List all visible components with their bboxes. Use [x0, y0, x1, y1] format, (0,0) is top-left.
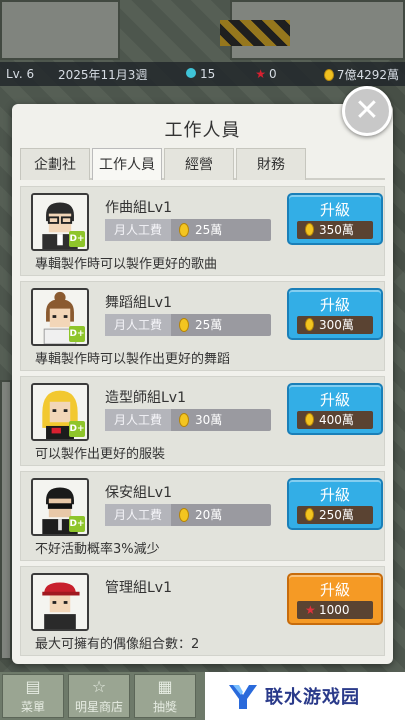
rank-badge: D+ [69, 421, 85, 437]
staff-name: 造型師組Lv1 [105, 390, 186, 406]
watermark-text: 联水游戏园 [265, 687, 360, 708]
staff-name: 舞蹈組Lv1 [105, 295, 172, 311]
coin-icon [179, 223, 189, 237]
upgrade-cost: 400萬 [297, 411, 373, 429]
salary-label: 月人工費 [105, 219, 171, 241]
star-icon: ★ [305, 603, 316, 617]
upgrade-cost: 250萬 [297, 506, 373, 524]
upgrade-label: 升級 [319, 201, 350, 219]
star-shop-icon: ☆ [91, 677, 107, 696]
coin-icon [305, 413, 314, 426]
staff-card-stylist: D+ 造型師組Lv1 月人工費 30萬 升級 400萬 可以製作出更好的服裝 [20, 376, 385, 466]
staff-description: 專輯製作時可以製作更好的歌曲 [35, 257, 218, 272]
staff-description: 可以製作出更好的服裝 [35, 447, 166, 462]
tab-management[interactable]: 經營 [164, 148, 234, 180]
composer-avatar: D+ [31, 193, 89, 251]
tab-planning[interactable]: 企劃社 [20, 148, 90, 180]
rank-badge: D+ [69, 231, 85, 247]
gem-counter: 15 [186, 67, 215, 81]
coin-icon [179, 413, 189, 427]
upgrade-label: 升級 [319, 581, 350, 599]
tab-staff[interactable]: 工作人員 [92, 148, 162, 180]
staff-description: 最大可擁有的偶像組合數：2 [35, 637, 200, 652]
star-icon: ★ [255, 67, 267, 81]
staff-name: 作曲組Lv1 [105, 200, 172, 216]
upgrade-label: 升級 [319, 391, 350, 409]
salary-value: 25萬 [195, 223, 223, 237]
upgrade-label: 升級 [319, 296, 350, 314]
coin-icon [305, 318, 314, 331]
site-watermark: 联水游戏园 [205, 672, 405, 720]
game-date: 2025年11月3週 [58, 67, 148, 82]
security-avatar: D+ [31, 478, 89, 536]
staff-card-management: 管理組Lv1 升級 ★ 1000 最大可擁有的偶像組合數：2 [20, 566, 385, 656]
coin-icon [305, 223, 314, 236]
salary-value: 30萬 [195, 413, 223, 427]
tab-finance[interactable]: 財務 [236, 148, 306, 180]
player-level: Lv. 6 [6, 67, 35, 81]
watermark-logo-icon [229, 685, 257, 709]
gem-icon [186, 68, 196, 78]
management-avatar [31, 573, 89, 631]
salary-bar: 月人工費 25萬 [105, 219, 271, 241]
upgrade-button[interactable]: 升級 ★ 1000 [287, 573, 383, 625]
tab-bar: 企劃社 工作人員 經營 財務 [20, 148, 385, 180]
menu-icon: ▤ [25, 677, 41, 696]
coin-icon [305, 508, 314, 521]
salary-value: 25萬 [195, 318, 223, 332]
staff-description: 專輯製作時可以製作出更好的舞蹈 [35, 352, 231, 367]
nav-menu[interactable]: ▤ 菜單 [2, 674, 64, 718]
coin-icon [323, 69, 334, 81]
money-counter: 7億4292萬 [323, 66, 399, 83]
salary-label: 月人工費 [105, 409, 171, 431]
rank-badge: D+ [69, 326, 85, 342]
upgrade-button[interactable]: 升級 300萬 [287, 288, 383, 340]
salary-bar: 月人工費 20萬 [105, 504, 271, 526]
salary-value: 20萬 [195, 508, 223, 522]
upgrade-cost: 300萬 [297, 316, 373, 334]
rank-badge: D+ [69, 516, 85, 532]
salary-bar: 月人工費 25萬 [105, 314, 271, 336]
salary-label: 月人工費 [105, 504, 171, 526]
salary-bar: 月人工費 30萬 [105, 409, 271, 431]
upgrade-button[interactable]: 升級 400萬 [287, 383, 383, 435]
upgrade-button[interactable]: 升級 350萬 [287, 193, 383, 245]
status-bar: Lv. 6 2025年11月3週 15 ★ 0 7億4292萬 [0, 62, 405, 86]
staff-name: 保安組Lv1 [105, 485, 172, 501]
staff-modal: 工作人員 企劃社 工作人員 經營 財務 D+ 作曲組Lv1 月人工費 25萬 升… [12, 104, 393, 664]
staff-name: 管理組Lv1 [105, 580, 172, 596]
upgrade-button[interactable]: 升級 250萬 [287, 478, 383, 530]
staff-card-security: D+ 保安組Lv1 月人工費 20萬 升級 250萬 不好活動概率3%減少 [20, 471, 385, 561]
upgrade-cost: 350萬 [297, 221, 373, 239]
upgrade-label: 升級 [319, 486, 350, 504]
staff-card-composer: D+ 作曲組Lv1 月人工費 25萬 升級 350萬 專輯製作時可以製作更好的歌… [20, 186, 385, 276]
coin-icon [179, 508, 189, 522]
staff-list: D+ 作曲組Lv1 月人工費 25萬 升級 350萬 專輯製作時可以製作更好的歌… [20, 186, 385, 661]
close-icon: ✕ [354, 93, 380, 128]
staff-card-dance: D+ 舞蹈組Lv1 月人工費 25萬 升級 300萬 專輯製作時可以製作出更好的… [20, 281, 385, 371]
dance-avatar: D+ [31, 288, 89, 346]
salary-label: 月人工費 [105, 314, 171, 336]
star-counter: ★ 0 [255, 67, 277, 81]
staff-description: 不好活動概率3%減少 [35, 542, 160, 557]
modal-title: 工作人員 [164, 120, 241, 141]
coin-icon [179, 318, 189, 332]
nav-star-shop[interactable]: ☆ 明星商店 [68, 674, 130, 718]
upgrade-cost: ★ 1000 [297, 601, 373, 619]
close-button[interactable]: ✕ [342, 86, 392, 136]
gift-icon: ▦ [157, 677, 173, 696]
stylist-avatar: D+ [31, 383, 89, 441]
nav-lottery[interactable]: ▦ 抽獎 [134, 674, 196, 718]
